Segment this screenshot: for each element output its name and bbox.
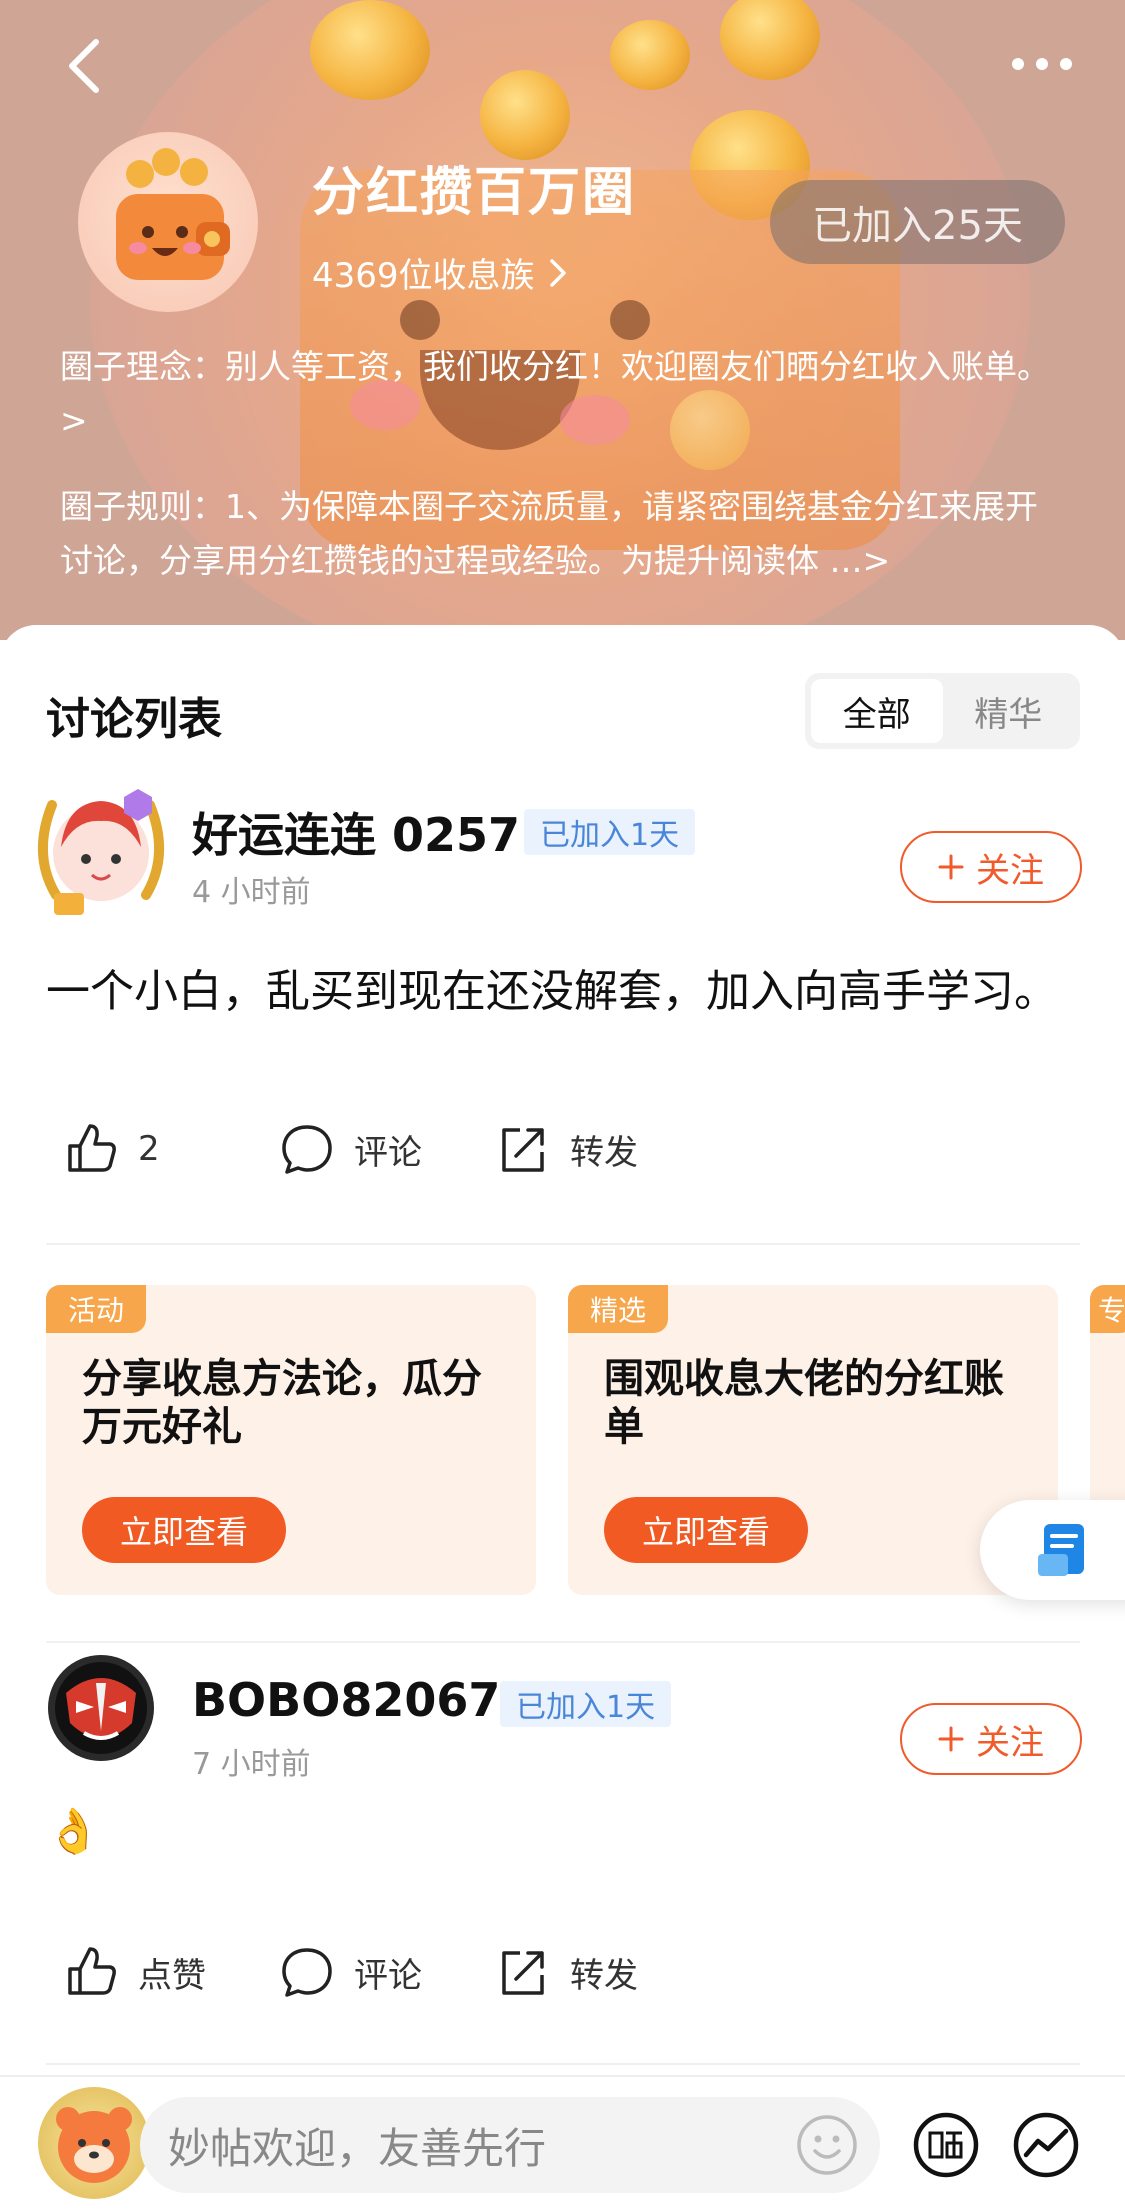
circle-avatar [78,132,258,312]
follow-label: 关注 [976,1722,1044,1763]
emoji-icon[interactable] [795,2113,859,2177]
card-title: 分享收息方法论，瓜分万元好礼 [82,1356,482,1450]
divider [46,2063,1080,2065]
follow-label: 关注 [976,850,1044,891]
view-now-button[interactable]: 立即查看 [82,1497,286,1563]
share-label: 转发 [570,1955,638,1996]
joined-days-badge[interactable]: 已加入25天 [770,180,1065,264]
post-actions: 点赞 评论 转发 [62,1943,638,2001]
joined-tag: 已加入1天 [524,809,696,855]
opera-mask-avatar-icon [48,1655,154,1761]
divider [46,1243,1080,1245]
card-tag: 专 [1090,1285,1125,1333]
circle-header: 分红攒百万圈 4369位收息族 已加入25天 圈子理念：别人等工资，我们收分红！… [0,0,1125,640]
card-tag: 精选 [568,1285,669,1333]
tab-featured[interactable]: 精华 [943,679,1075,743]
share-icon [502,1128,544,1172]
like-button[interactable]: 点赞 [62,1943,278,2001]
circle-title: 分红攒百万圈 [312,163,637,223]
comment-label: 评论 [354,1132,422,1173]
like-count: 2 [138,1129,160,1169]
tiger-avatar-icon [56,2107,132,2183]
divider [46,1641,1080,1643]
share-button[interactable]: 转发 [494,1943,638,2001]
share-image-icon[interactable] [912,2111,980,2179]
coin-decoration [610,20,690,90]
wallet-eye [400,300,440,340]
discussion-list-title: 讨论列表 [46,694,222,745]
promo-card[interactable]: 活动 分享收息方法论，瓜分万元好礼 立即查看 [46,1285,536,1595]
post-time: 7 小时前 [192,1747,311,1782]
trend-chart-icon[interactable] [1012,2111,1080,2179]
thumbs-up-icon [68,1947,116,1995]
members-link[interactable]: 4369位收息族 [312,248,567,297]
view-now-button[interactable]: 立即查看 [604,1497,808,1563]
like-button[interactable]: 2 [62,1120,278,1178]
card-title: 围观收息大佬的分红账单 [604,1356,1004,1450]
discussion-panel: 讨论列表 全部 精华 好运连连 0257 已加入1天 4 小时前 关注 一个小白… [0,625,1125,2075]
comment-bubble-icon [282,1125,332,1174]
comment-button[interactable]: 评论 [278,1943,494,2001]
back-arrow-icon[interactable] [60,38,110,94]
share-button[interactable]: 转发 [494,1120,638,1178]
comment-button[interactable]: 评论 [278,1120,494,1178]
coin-decoration [480,70,570,160]
filter-tabs: 全部 精华 [805,673,1080,749]
joined-tag: 已加入1天 [500,1681,672,1727]
post-username[interactable]: BOBO82067 [192,1673,500,1727]
more-options-icon[interactable] [1010,52,1074,76]
circle-rules[interactable]: 圈子规则：1、为保障本圈子交流质量，请紧密围绕基金分红来展开讨论，分享用分红攒钱… [60,480,1070,588]
plus-icon [938,854,964,880]
tab-all[interactable]: 全部 [811,679,943,743]
my-avatar[interactable] [38,2087,150,2199]
post-item: BOBO82067 已加入1天 7 小时前 关注 👌 点赞 评论 转发 [0,1653,1125,2073]
follow-button[interactable]: 关注 [900,831,1082,903]
post-time: 4 小时前 [192,875,311,910]
chevron-right-icon [549,258,566,287]
comment-bar: 妙帖欢迎，友善先行 [0,2075,1125,2209]
promo-cards: 活动 分享收息方法论，瓜分万元好礼 立即查看 精选 围观收息大佬的分红账单 立即… [46,1285,1125,1595]
avatar[interactable] [26,775,176,925]
comment-bubble-icon [282,1948,332,1997]
comment-input-placeholder: 妙帖欢迎，友善先行 [168,2123,547,2173]
wallet-eye [610,300,650,340]
like-label: 点赞 [138,1955,206,1996]
circle-concept[interactable]: 圈子理念：别人等工资，我们收分红！欢迎圈友们晒分红收入账单。> [60,340,1070,448]
share-icon [502,1951,544,1995]
comment-label: 评论 [354,1955,422,1996]
thumbs-up-icon [68,1124,116,1172]
follow-button[interactable]: 关注 [900,1703,1082,1775]
avatar[interactable] [46,1653,156,1763]
post-body[interactable]: 👌 [46,1793,1076,1871]
wallet-mascot-icon [116,148,230,280]
note-icon [1038,1524,1084,1576]
coin-decoration [310,0,430,100]
share-label: 转发 [570,1132,638,1173]
plus-icon [938,1726,964,1752]
post-body[interactable]: 一个小白，乱买到现在还没解套，加入向高手学习。 [46,953,1076,1031]
post-username[interactable]: 好运连连 0257 [192,799,520,865]
post-actions: 2 评论 转发 [62,1120,638,1178]
card-tag: 活动 [46,1285,147,1333]
members-count: 4369位收息族 [312,256,535,296]
floating-post-button[interactable] [980,1500,1125,1600]
post-item: 好运连连 0257 已加入1天 4 小时前 关注 一个小白，乱买到现在还没解套，… [0,775,1125,1275]
user-avatar-laurel-icon [38,789,164,915]
comment-input[interactable]: 妙帖欢迎，友善先行 [140,2097,880,2193]
